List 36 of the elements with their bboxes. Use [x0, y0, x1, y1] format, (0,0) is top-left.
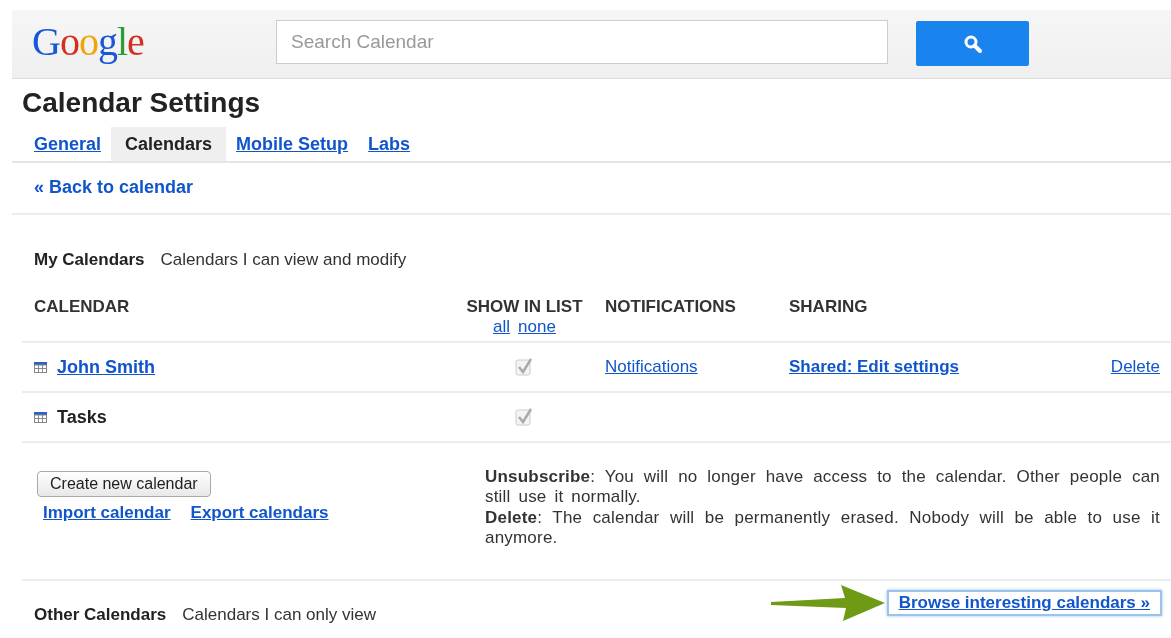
logo[interactable]: Google [32, 18, 276, 65]
checkbox[interactable] [514, 407, 535, 427]
back-link[interactable]: « Back to calendar [34, 177, 194, 197]
section-heading: Other Calendars [34, 605, 167, 625]
tab[interactable]: Calendars [111, 127, 227, 161]
create-calendar-button[interactable]: Create new calendar [37, 471, 211, 497]
calendar-name: Tasks [57, 406, 107, 428]
search-field[interactable]: Search Calendar [276, 20, 888, 64]
calendar-link[interactable]: John Smith [57, 356, 155, 378]
calendar-grid-icon [34, 361, 47, 373]
note-text: Delete: The calendar will be permanently erased. Nobody will be able to use it anymore. [485, 507, 1160, 549]
sharing-link[interactable]: Shared: Edit settings [789, 357, 960, 376]
column-header: NOTIFICATIONS [605, 296, 737, 317]
search-button[interactable] [916, 21, 1029, 66]
section-subtitle: Calendars I can view and modify [160, 250, 407, 270]
tab[interactable]: Labs [358, 127, 421, 161]
import-link[interactable]: Import calendar [43, 503, 171, 523]
notifications-link[interactable]: Notifications [605, 357, 698, 376]
arrow-icon [768, 583, 887, 623]
section-heading: My Calendars [34, 250, 145, 270]
delete-link[interactable]: Delete [1110, 357, 1160, 376]
calendar-grid-icon [34, 411, 47, 423]
browse-link[interactable]: Browse interesting calendars » [886, 590, 1162, 616]
column-header: CALENDAR [34, 296, 131, 317]
page-title: Calendar Settings [22, 87, 262, 119]
export-link[interactable]: Export calendars [190, 503, 329, 523]
tab[interactable]: General [24, 127, 112, 161]
search-icon [962, 33, 983, 54]
none-link[interactable]: none [518, 317, 556, 337]
checkbox[interactable] [514, 357, 535, 377]
tab[interactable]: Mobile Setup [226, 127, 359, 161]
all-link[interactable]: all [493, 317, 511, 337]
column-header: SHOW IN LIST [466, 296, 583, 317]
section-subtitle: Calendars I can only view [182, 605, 376, 625]
note-text: Unsubscribe: You will no longer have access to the calendar. Other people can still use it normally. [485, 467, 1160, 508]
column-header: SHARING [789, 296, 869, 317]
